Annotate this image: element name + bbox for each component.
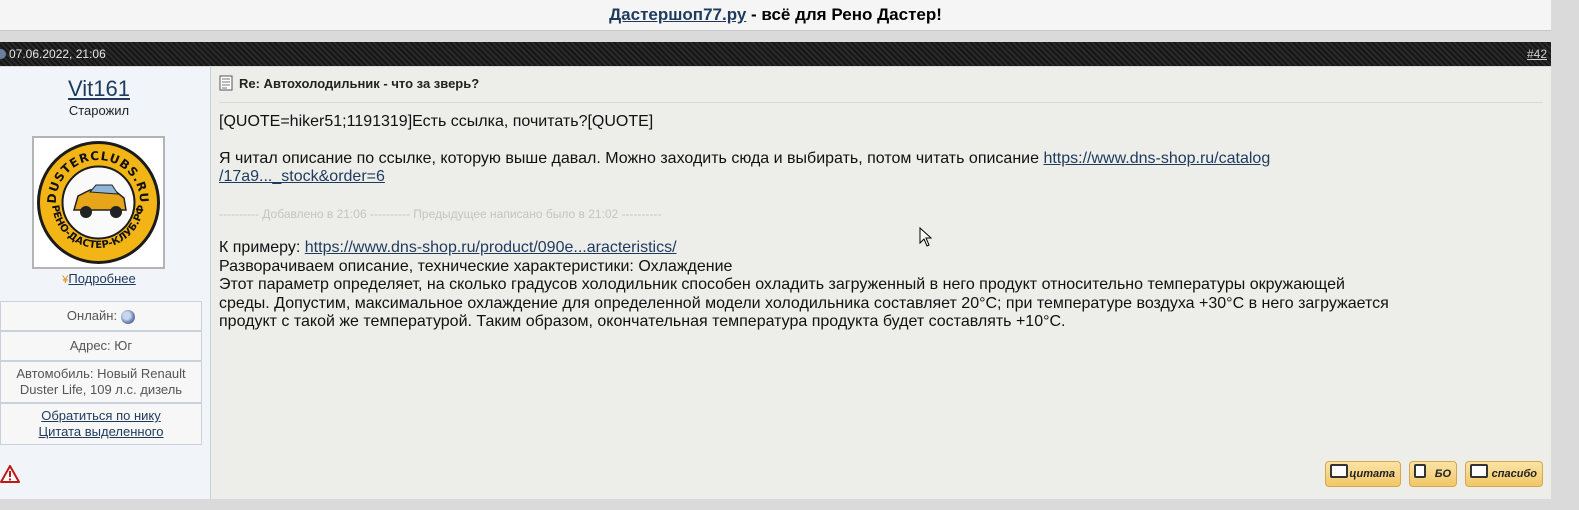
post-number: #42 (1527, 42, 1547, 66)
add-document-icon (1414, 464, 1426, 478)
avatar-logo-icon: DUSTERCLUBS.RU РЕНО-ДАСТЕР-КЛУБ.РФ (37, 141, 160, 264)
offline-orb-icon (121, 309, 136, 324)
online-status: Онлайн: (0, 301, 202, 331)
product-link[interactable]: https://www.dns-shop.ru/product/090e...a… (305, 239, 677, 256)
mouse-cursor-icon (919, 227, 933, 247)
bo-button-label: БО (1434, 468, 1451, 480)
banner-suffix: - всё для Рено Дастер! (746, 5, 942, 24)
more-link[interactable]: ¥Подробнее (0, 271, 198, 286)
post-body: Re: Автохолодильник - что за зверь? [QUO… (211, 67, 1551, 499)
report-warning-icon[interactable] (0, 465, 20, 483)
thanks-button-label: спасибо (1491, 468, 1537, 480)
mention-by-nick-link[interactable]: Обратиться по нику (1, 408, 201, 424)
title-divider (219, 102, 1543, 103)
username-link[interactable]: Vit161 (0, 76, 198, 102)
quote-selected-link[interactable]: Цитата выделенного (1, 424, 201, 440)
body-line-3: продукт с такой же температурой. Таким о… (219, 313, 1066, 330)
post-action-buttons: цитата БО спасибо (1325, 461, 1543, 487)
more-link-label: Подробнее (68, 271, 136, 286)
car-line-2: Duster Life, 109 л.с. дизель (19, 382, 183, 397)
thanks-button[interactable]: спасибо (1465, 461, 1543, 487)
document-icon (219, 75, 233, 91)
quote-button-label: цитата (1349, 468, 1395, 480)
user-address: Адрес: Юг (0, 331, 202, 361)
quote-bubble-icon (1330, 464, 1348, 478)
post-container: Vit161 Старожил DUSTERCLUBS.RU РЕНО-ДАСТ… (0, 67, 1551, 499)
site-banner: Дастершоп77.ру - всё для Рено Дастер! (0, 0, 1551, 31)
example-label: К примеру: (219, 239, 305, 256)
user-car: Автомобиль: Новый Renault Duster Life, 1… (0, 361, 202, 403)
post-title-text: Re: Автохолодильник - что за зверь? (239, 76, 480, 91)
body-line-1: Этот параметр определяет, на сколько гра… (219, 276, 1345, 293)
speech-bubble-icon (1470, 464, 1488, 478)
car-line-1: Автомобиль: Новый Renault (16, 366, 186, 381)
user-actions: Обратиться по нику Цитата выделенного (0, 403, 202, 445)
catalog-link-part-1: https://www.dns-shop.ru/catalog (1043, 149, 1271, 167)
message-paragraph-1: Я читал описание по ссылке, которую выше… (219, 150, 1539, 187)
post-header-bar: 07.06.2022, 21:06 #42 (0, 42, 1551, 66)
post-status-icon (0, 49, 6, 59)
para1-text: Я читал описание по ссылке, которую выше… (219, 149, 1044, 167)
body-line-2: среды. Допустим, максимальное охлаждение… (219, 294, 1389, 312)
banner-shop-link[interactable]: Дастершоп77.ру (609, 5, 746, 24)
post-title: Re: Автохолодильник - что за зверь? (219, 75, 479, 91)
post-number-link[interactable]: #42 (1527, 47, 1547, 61)
online-label: Онлайн: (66, 308, 118, 323)
user-info-panel: Vit161 Старожил DUSTERCLUBS.RU РЕНО-ДАСТ… (0, 67, 211, 499)
post-message: [QUOTE=hiker51;1191319]Есть ссылка, почи… (219, 113, 1539, 332)
avatar[interactable]: DUSTERCLUBS.RU РЕНО-ДАСТЕР-КЛУБ.РФ (32, 136, 165, 269)
bo-button[interactable]: БО (1409, 461, 1457, 487)
quote-line: [QUOTE=hiker51;1191319]Есть ссылка, почи… (219, 113, 654, 130)
merged-post-note: ---------- Добавлено в 21:06 ---------- … (219, 206, 662, 221)
quote-button[interactable]: цитата (1325, 461, 1401, 487)
catalog-link-part-2: /17a9..._stock&order=6 (219, 168, 385, 185)
post-date: 07.06.2022, 21:06 (9, 47, 106, 61)
user-title: Старожил (68, 103, 130, 118)
address-text: Адрес: Юг (69, 338, 133, 353)
expand-line: Разворачиваем описание, технические хара… (219, 257, 733, 275)
example-line: К примеру: https://www.dns-shop.ru/produ… (219, 239, 1539, 258)
